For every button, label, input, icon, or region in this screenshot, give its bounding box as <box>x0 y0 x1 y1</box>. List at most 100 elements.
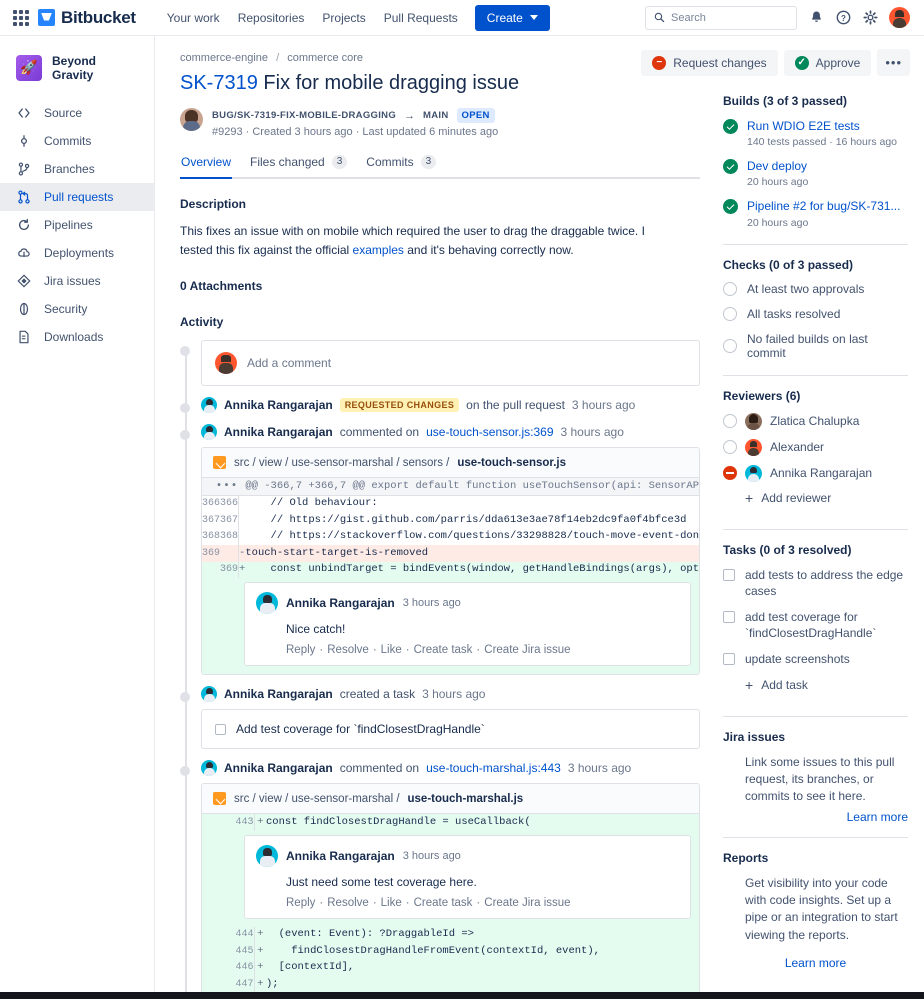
nav-repositories[interactable]: Repositories <box>229 6 314 30</box>
build-item[interactable]: Pipeline #2 for bug/SK-731... 20 hours a… <box>723 198 908 229</box>
sidebar-item-label: Source <box>44 105 83 120</box>
file-path: src / view / use-sensor-marshal / <box>234 792 400 805</box>
reviewers-section: Reviewers (6) Zlatica Chalupka Alexander <box>723 389 908 518</box>
reviewer-item: Annika Rangarajan <box>723 464 908 482</box>
diff-mark: + <box>254 943 266 960</box>
jira-issues-section: Jira issues Link some issues to this pul… <box>723 730 908 837</box>
diff-mark <box>239 495 246 512</box>
search-input[interactable]: Search <box>645 5 797 30</box>
comment-author[interactable]: Annika Rangarajan <box>286 849 395 863</box>
tab-commits[interactable]: Commits 3 <box>365 152 437 177</box>
modified-file-icon <box>213 456 226 470</box>
target-branch[interactable]: MAIN <box>423 110 448 121</box>
task-checkbox[interactable] <box>723 568 735 581</box>
project-header[interactable]: Beyond Gravity <box>0 50 154 99</box>
pull-request-sidebar: − Request changes ✓ Approve ••• Builds (… <box>641 36 924 999</box>
activity-author[interactable]: Annika Rangarajan <box>224 425 333 439</box>
file-link[interactable]: use-touch-sensor.js:369 <box>426 425 553 439</box>
jira-empty-text: Link some issues to this pull request, i… <box>745 754 895 804</box>
tab-files-changed[interactable]: Files changed 3 <box>249 152 348 177</box>
bitbucket-logo-link[interactable]: Bitbucket <box>38 8 136 28</box>
resolve-action[interactable]: Resolve <box>327 644 369 656</box>
diff-file-header[interactable]: src / view / use-sensor-marshal / use-to… <box>202 784 699 815</box>
sidebar-item-source[interactable]: Source <box>0 99 154 127</box>
sidebar-item-commits[interactable]: Commits <box>0 127 154 155</box>
create-jira-issue-action[interactable]: Create Jira issue <box>484 644 570 656</box>
nav-your-work[interactable]: Your work <box>158 6 229 30</box>
jira-icon <box>16 274 32 288</box>
help-icon[interactable]: ? <box>835 10 851 26</box>
add-comment-input[interactable]: Add a comment <box>201 340 700 387</box>
build-item[interactable]: Dev deploy 20 hours ago <box>723 158 908 188</box>
breadcrumb-repo[interactable]: commerce-engine <box>180 52 268 64</box>
more-actions-button[interactable]: ••• <box>877 49 910 76</box>
builds-heading: Builds (3 of 3 passed) <box>723 94 848 108</box>
add-reviewer-button[interactable]: + Add reviewer <box>745 491 908 505</box>
reviewer-name[interactable]: Annika Rangarajan <box>770 466 872 480</box>
pull-request-title-row: SK-7319 Fix for mobile dragging issue BU… <box>180 71 700 138</box>
approve-button[interactable]: ✓ Approve <box>783 49 872 76</box>
activity-author[interactable]: Annika Rangarajan <box>224 398 333 412</box>
sidebar-item-pipelines[interactable]: Pipelines <box>0 211 154 239</box>
jira-learn-more-link[interactable]: Learn more <box>723 810 908 824</box>
build-name[interactable]: Run WDIO E2E tests <box>747 118 897 134</box>
reply-action[interactable]: Reply <box>286 644 315 656</box>
file-link[interactable]: use-touch-marshal.js:443 <box>426 761 561 775</box>
top-navigation-bar: Bitbucket Your work Repositories Project… <box>0 0 924 36</box>
comment-time: 3 hours ago <box>402 849 461 862</box>
activity-time: 3 hours ago <box>567 761 632 776</box>
add-task-button[interactable]: + Add task <box>745 678 908 692</box>
sidebar-item-jira-issues[interactable]: Jira issues <box>0 267 154 295</box>
reports-learn-more-link[interactable]: Learn more <box>723 956 908 970</box>
breadcrumb-project[interactable]: commerce core <box>287 52 363 64</box>
profile-avatar[interactable] <box>889 7 910 28</box>
brand-name: Bitbucket <box>61 7 136 27</box>
activity-inline-comment-2: Annika Rangarajan commented on use-touch… <box>180 760 700 994</box>
reviewer-name[interactable]: Zlatica Chalupka <box>770 414 859 428</box>
sidebar-item-label: Branches <box>44 161 95 176</box>
expand-lines-button[interactable]: ••• <box>202 478 239 496</box>
timeline-dot <box>180 403 190 414</box>
comment-author[interactable]: Annika Rangarajan <box>286 596 395 610</box>
create-button[interactable]: Create <box>474 4 550 31</box>
task-checkbox[interactable] <box>723 653 735 666</box>
content-area: commerce-engine / commerce core SK-7319 … <box>155 36 924 999</box>
sidebar-item-pull-requests[interactable]: Pull requests <box>0 182 154 211</box>
nav-pull-requests[interactable]: Pull Requests <box>375 6 467 30</box>
sidebar-item-security[interactable]: Security <box>0 295 154 323</box>
diff-file-header[interactable]: src / view / use-sensor-marshal / sensor… <box>202 448 699 479</box>
resolve-action[interactable]: Resolve <box>327 897 369 909</box>
request-changes-button[interactable]: − Request changes <box>641 49 778 76</box>
sidebar-item-downloads[interactable]: Downloads <box>0 323 154 351</box>
sidebar-item-branches[interactable]: Branches <box>0 155 154 183</box>
reply-action[interactable]: Reply <box>286 897 315 909</box>
create-task-action[interactable]: Create task <box>414 644 473 656</box>
like-action[interactable]: Like <box>381 644 402 656</box>
sidebar-item-deployments[interactable]: Deployments <box>0 239 154 267</box>
like-action[interactable]: Like <box>381 897 402 909</box>
reviewer-name[interactable]: Alexander <box>770 440 824 454</box>
app-switcher-icon[interactable] <box>10 7 32 29</box>
activity-author[interactable]: Annika Rangarajan <box>224 761 333 775</box>
add-comment-row: Add a comment <box>180 340 700 387</box>
build-item[interactable]: Run WDIO E2E tests 140 tests passed · 16… <box>723 118 908 148</box>
inline-comment-wrapper: Annika Rangarajan 3 hours ago Nice catch… <box>202 578 699 675</box>
tab-overview[interactable]: Overview <box>180 152 233 179</box>
create-jira-issue-action[interactable]: Create Jira issue <box>484 897 570 909</box>
create-task-action[interactable]: Create task <box>414 897 473 909</box>
notifications-icon[interactable] <box>808 10 824 26</box>
task-checkbox[interactable] <box>215 723 226 735</box>
pull-request-key-link[interactable]: SK-7319 <box>180 72 258 94</box>
task-checkbox[interactable] <box>723 610 735 623</box>
source-branch[interactable]: BUG/SK-7319-FIX-MOBILE-DRAGGING <box>212 110 396 121</box>
tasks-heading: Tasks (0 of 3 resolved) <box>723 542 852 557</box>
activity-author[interactable]: Annika Rangarajan <box>224 687 333 701</box>
diff-card: src / view / use-sensor-marshal / use-to… <box>201 783 700 994</box>
build-name[interactable]: Dev deploy <box>747 158 808 174</box>
settings-gear-icon[interactable] <box>862 10 878 26</box>
diff-mark <box>239 512 246 529</box>
build-name[interactable]: Pipeline #2 for bug/SK-731... <box>747 198 900 214</box>
nav-projects[interactable]: Projects <box>313 6 374 30</box>
examples-link[interactable]: examples <box>353 243 404 257</box>
description-heading: Description <box>180 197 247 211</box>
